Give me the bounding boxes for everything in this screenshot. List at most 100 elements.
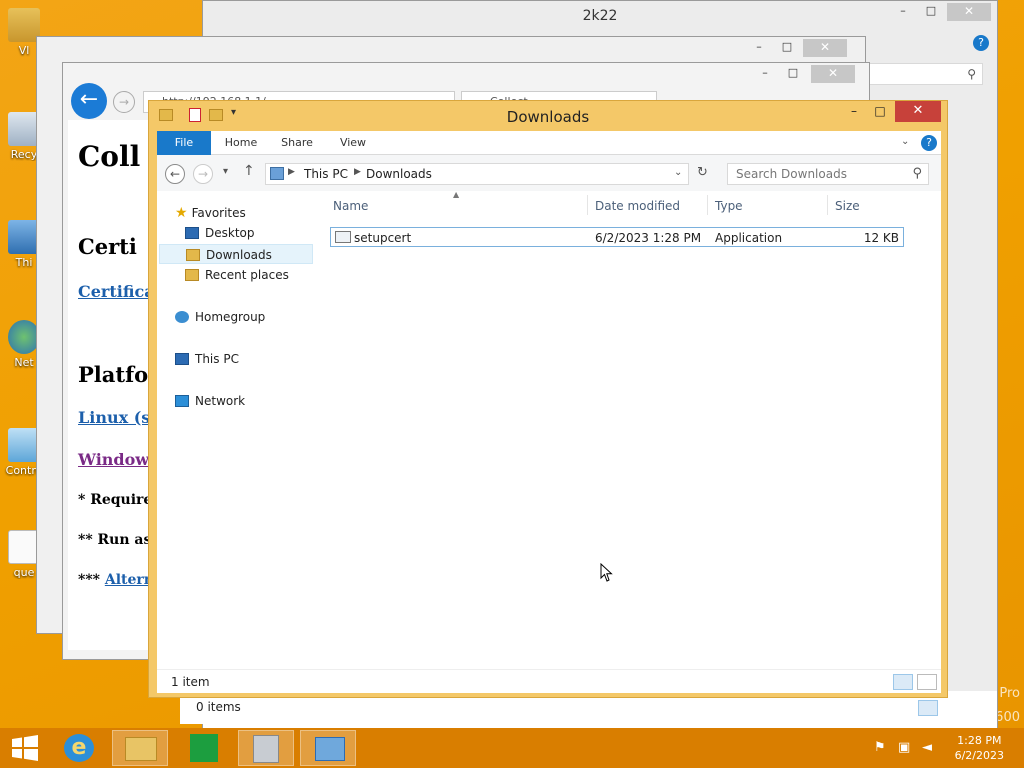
store-icon	[190, 734, 218, 762]
tiles-view-button[interactable]	[942, 700, 962, 716]
file-size: 12 KB	[863, 231, 899, 245]
mouse-cursor-icon	[600, 563, 613, 582]
help-icon[interactable]: ?	[921, 135, 937, 151]
taskbar-internet-explorer[interactable]: e	[52, 730, 108, 766]
maximize-button[interactable]: □	[779, 65, 807, 83]
search-placeholder: Search Downloads	[736, 167, 847, 181]
taskbar: e ⚑ ▣ ◄ 1:28 PM 6/2/2023	[0, 728, 1024, 768]
section-heading-platform: Platfor	[78, 362, 156, 387]
forward-button[interactable]: →	[193, 164, 213, 184]
nav-desktop[interactable]: Desktop	[185, 223, 255, 243]
start-button[interactable]	[2, 730, 48, 766]
minimize-button[interactable]: –	[751, 65, 779, 83]
search-input[interactable]: Search Downloads ⚲	[727, 163, 929, 185]
explorer-window-downloads[interactable]: ▾ Downloads – □ ✕ File Home Share View ⌄…	[148, 100, 948, 698]
nav-this-pc[interactable]: This PC	[175, 349, 239, 369]
tab-view[interactable]: View	[331, 131, 375, 155]
file-name: setupcert	[354, 231, 412, 245]
back-button[interactable]: ←	[71, 83, 107, 119]
minimize-button[interactable]: –	[889, 3, 917, 21]
quick-access-toolbar	[211, 1, 311, 27]
recent-locations-icon[interactable]: ▾	[223, 166, 228, 177]
search-box[interactable]: ⚲	[863, 63, 983, 85]
column-date-modified[interactable]: Date modified	[595, 199, 680, 213]
breadcrumb-this-pc[interactable]: This PC	[304, 167, 348, 181]
clock-time: 1:28 PM	[957, 734, 1002, 747]
nav-recent-places[interactable]: Recent places	[185, 265, 289, 285]
server-manager-icon	[253, 735, 279, 763]
tab-share[interactable]: Share	[275, 131, 319, 155]
item-count: 0 items	[196, 700, 241, 714]
windows-logo-icon	[12, 735, 38, 761]
nav-favorites[interactable]: ★ Favorites	[175, 203, 246, 223]
star-icon: ★	[175, 205, 188, 221]
large-icons-view-button[interactable]	[917, 674, 937, 690]
up-arrow-icon[interactable]: ↑	[243, 163, 255, 179]
volume-muted-icon[interactable]: ◄	[922, 740, 932, 755]
alternative-link[interactable]: Altern	[105, 572, 154, 588]
column-size[interactable]: Size	[835, 199, 860, 213]
network-status-icon[interactable]: ▣	[898, 740, 910, 755]
breadcrumb[interactable]: ▶ This PC ▶ Downloads ⌄	[265, 163, 689, 185]
nav-downloads[interactable]: Downloads	[159, 244, 313, 264]
content-area: ★ Favorites Desktop Downloads Recent plac…	[157, 190, 941, 669]
section-heading-cert: Certi	[78, 234, 137, 259]
expand-ribbon-icon[interactable]: ⌄	[901, 136, 909, 147]
file-date: 6/2/2023 1:28 PM	[595, 231, 702, 245]
downloads-folder-icon	[270, 167, 284, 180]
taskbar-app-server-manager[interactable]	[238, 730, 294, 766]
this-pc-icon	[175, 353, 189, 365]
taskbar-file-explorer[interactable]	[112, 730, 168, 766]
column-type[interactable]: Type	[715, 199, 743, 213]
flag-icon[interactable]: ⚑	[874, 740, 886, 755]
navigation-pane: ★ Favorites Desktop Downloads Recent plac…	[157, 191, 317, 669]
tab-home[interactable]: Home	[219, 131, 263, 155]
close-button[interactable]: ✕	[803, 39, 847, 57]
column-divider[interactable]	[827, 195, 828, 215]
title-bar[interactable]: ▾ Downloads – □ ✕	[149, 101, 947, 131]
nav-network[interactable]: Network	[175, 391, 245, 411]
column-divider[interactable]	[587, 195, 588, 215]
certificate-link[interactable]: Certifica	[78, 282, 155, 301]
note-run-as: ** Run as	[78, 532, 152, 548]
tab-file[interactable]: File	[157, 131, 211, 155]
search-icon: ⚲	[912, 166, 922, 181]
column-name[interactable]: Name	[333, 199, 368, 213]
close-button[interactable]: ✕	[947, 3, 991, 21]
linux-link[interactable]: Linux (se	[78, 408, 156, 427]
address-toolbar: ← → ▾ ↑ ▶ This PC ▶ Downloads ⌄ ↻ Search…	[157, 155, 941, 191]
close-button[interactable]: ✕	[811, 65, 855, 83]
system-clock[interactable]: 1:28 PM 6/2/2023	[955, 733, 1004, 763]
file-explorer-icon	[125, 737, 157, 761]
recent-places-icon	[185, 269, 199, 281]
minimize-button[interactable]: –	[745, 39, 773, 57]
downloads-folder-icon	[186, 249, 200, 261]
details-view-button[interactable]	[918, 700, 938, 716]
clock-date: 6/2/2023	[954, 749, 1004, 762]
maximize-button[interactable]: □	[867, 101, 893, 122]
network-icon	[175, 395, 189, 407]
taskbar-app-remote[interactable]	[300, 730, 356, 766]
taskbar-store[interactable]	[176, 730, 232, 766]
column-divider[interactable]	[707, 195, 708, 215]
breadcrumb-downloads[interactable]: Downloads	[366, 167, 432, 181]
nav-homegroup[interactable]: Homegroup	[175, 307, 265, 327]
windows-link[interactable]: Windows	[78, 450, 156, 469]
refresh-icon[interactable]: ↻	[697, 165, 708, 180]
chevron-right-icon: ▶	[354, 167, 361, 177]
help-icon[interactable]: ?	[973, 35, 989, 51]
maximize-button[interactable]: □	[917, 3, 945, 21]
details-view-button[interactable]	[893, 674, 913, 690]
back-button[interactable]: ←	[165, 164, 185, 184]
ribbon-tabs: File Home Share View ⌄ ?	[157, 131, 941, 155]
forward-button[interactable]: →	[113, 91, 135, 113]
note-prefix: ***	[78, 572, 105, 588]
close-button[interactable]: ✕	[895, 101, 941, 122]
minimize-button[interactable]: –	[841, 101, 867, 122]
chevron-down-icon[interactable]: ⌄	[674, 167, 682, 178]
item-count: 1 item	[171, 675, 210, 689]
maximize-button[interactable]: □	[773, 39, 801, 57]
homegroup-icon	[175, 311, 189, 323]
remote-desktop-icon	[315, 737, 345, 761]
file-row[interactable]: setupcert 6/2/2023 1:28 PM Application 1…	[330, 227, 904, 247]
